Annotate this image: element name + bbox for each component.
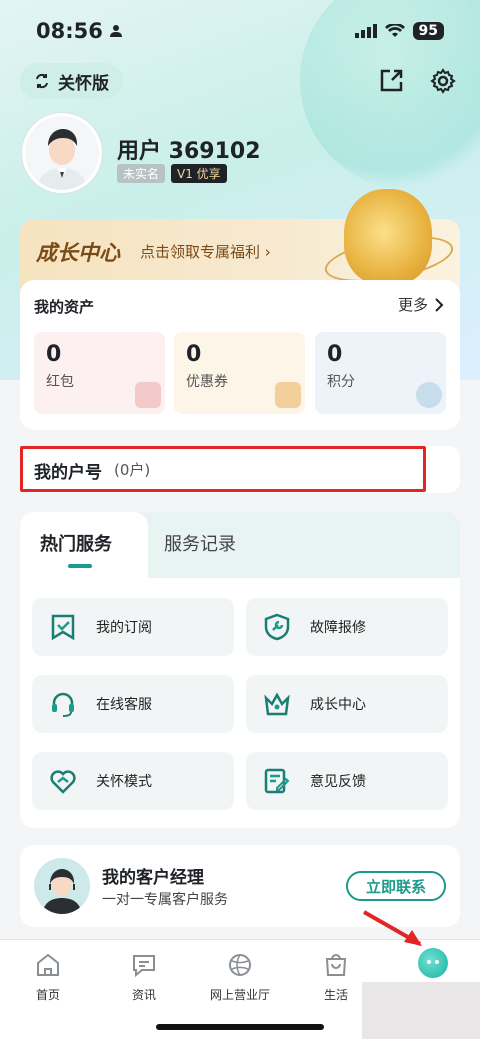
crown-icon <box>262 689 292 719</box>
headset-icon <box>48 689 78 719</box>
assets-card: 我的资产 更多 0 红包 0 优惠券 0 积分 <box>20 280 460 430</box>
growth-subtitle: 点击领取专属福利 › <box>140 243 271 261</box>
signal-icon <box>354 24 377 38</box>
corner-overlay <box>362 982 480 1039</box>
manager-title: 我的客户经理 <box>102 868 204 888</box>
person-icon <box>109 25 122 37</box>
level-badge: V1 优享 <box>171 164 227 183</box>
tab-home-label: 首页 <box>35 988 60 1002</box>
chevron-right-icon <box>435 297 444 312</box>
service-label: 故障报修 <box>310 620 366 636</box>
coupon-value: 0 <box>186 342 202 367</box>
tab-profile-mascot[interactable] <box>418 948 448 978</box>
more-label: 更多 <box>397 296 428 314</box>
assets-title: 我的资产 <box>34 298 95 316</box>
tab-news-label: 资讯 <box>131 988 156 1002</box>
coupon-icon <box>275 382 301 408</box>
asset-coupon[interactable]: 0 优惠券 <box>174 332 305 414</box>
service-online-support[interactable]: 在线客服 <box>32 675 234 733</box>
clock-text: 08:56 <box>36 19 103 43</box>
asset-red-packet[interactable]: 0 红包 <box>34 332 165 414</box>
gear-icon[interactable] <box>428 66 458 96</box>
manager-subtitle: 一对一专属客户服务 <box>102 892 228 908</box>
care-heart-icon <box>48 766 78 796</box>
assets-more-link[interactable]: 更多 <box>398 294 444 315</box>
red-packet-icon <box>135 382 161 408</box>
tab-news[interactable]: 资讯 <box>96 950 192 1010</box>
service-label: 成长中心 <box>310 697 366 713</box>
service-label: 在线客服 <box>96 697 152 713</box>
shopping-bag-icon <box>321 950 351 980</box>
points-icon <box>416 382 442 408</box>
home-icon <box>33 950 63 980</box>
manager-avatar <box>34 858 90 914</box>
user-name: 用户 369102 <box>117 139 261 164</box>
status-icons: 95 <box>354 22 444 40</box>
service-subscription[interactable]: 我的订阅 <box>32 598 234 656</box>
contact-now-button[interactable]: 立即联系 <box>346 871 446 901</box>
service-label: 我的订阅 <box>96 620 152 636</box>
repair-icon <box>262 612 292 642</box>
status-time: 08:56 <box>36 19 123 43</box>
home-indicator <box>156 1024 324 1030</box>
service-care-mode[interactable]: 关怀模式 <box>32 752 234 810</box>
tab-hot-label: 热门服务 <box>40 534 112 555</box>
share-icon[interactable] <box>376 66 406 96</box>
service-label: 意见反馈 <box>310 774 366 790</box>
service-repair[interactable]: 故障报修 <box>246 598 448 656</box>
subscription-icon <box>48 612 78 642</box>
top-actions <box>376 66 458 96</box>
feedback-icon <box>262 766 292 796</box>
message-icon <box>129 950 159 980</box>
unverified-badge[interactable]: 未实名 <box>117 164 166 183</box>
asset-points[interactable]: 0 积分 <box>315 332 446 414</box>
care-mode-label: 关怀版 <box>58 73 109 94</box>
service-label: 关怀模式 <box>96 774 152 790</box>
battery-indicator: 95 <box>412 22 444 40</box>
status-bar: 08:56 95 <box>0 0 480 62</box>
mascot-image <box>344 189 432 285</box>
red-packet-value: 0 <box>46 342 62 367</box>
points-value: 0 <box>327 342 343 367</box>
care-mode-button[interactable]: 关怀版 <box>20 63 123 99</box>
tab-underline <box>68 564 92 568</box>
user-badges: 未实名 V1 优享 <box>117 164 227 183</box>
tab-online-hall-label: 网上营业厅 <box>209 988 270 1002</box>
service-growth-center[interactable]: 成长中心 <box>246 675 448 733</box>
wifi-icon <box>384 24 405 37</box>
globe-icon <box>225 950 255 980</box>
avatar[interactable] <box>22 113 102 193</box>
service-tabs: 热门服务 服务记录 <box>20 512 460 578</box>
tab-hot-services[interactable]: 热门服务 <box>20 512 148 578</box>
account-manager-card: 我的客户经理 一对一专属客户服务 立即联系 <box>20 845 460 927</box>
tab-service-records[interactable]: 服务记录 <box>164 530 236 556</box>
tab-home[interactable]: 首页 <box>0 950 96 1010</box>
tab-online-hall[interactable]: 网上营业厅 <box>192 950 288 1010</box>
switch-icon <box>36 73 48 89</box>
growth-title: 成长中心 <box>36 241 120 265</box>
highlight-frame <box>20 446 426 492</box>
service-card: 热门服务 服务记录 我的订阅 故障报修 在线客服 成长中心 关怀模式 意见反馈 <box>20 512 460 828</box>
service-feedback[interactable]: 意见反馈 <box>246 752 448 810</box>
